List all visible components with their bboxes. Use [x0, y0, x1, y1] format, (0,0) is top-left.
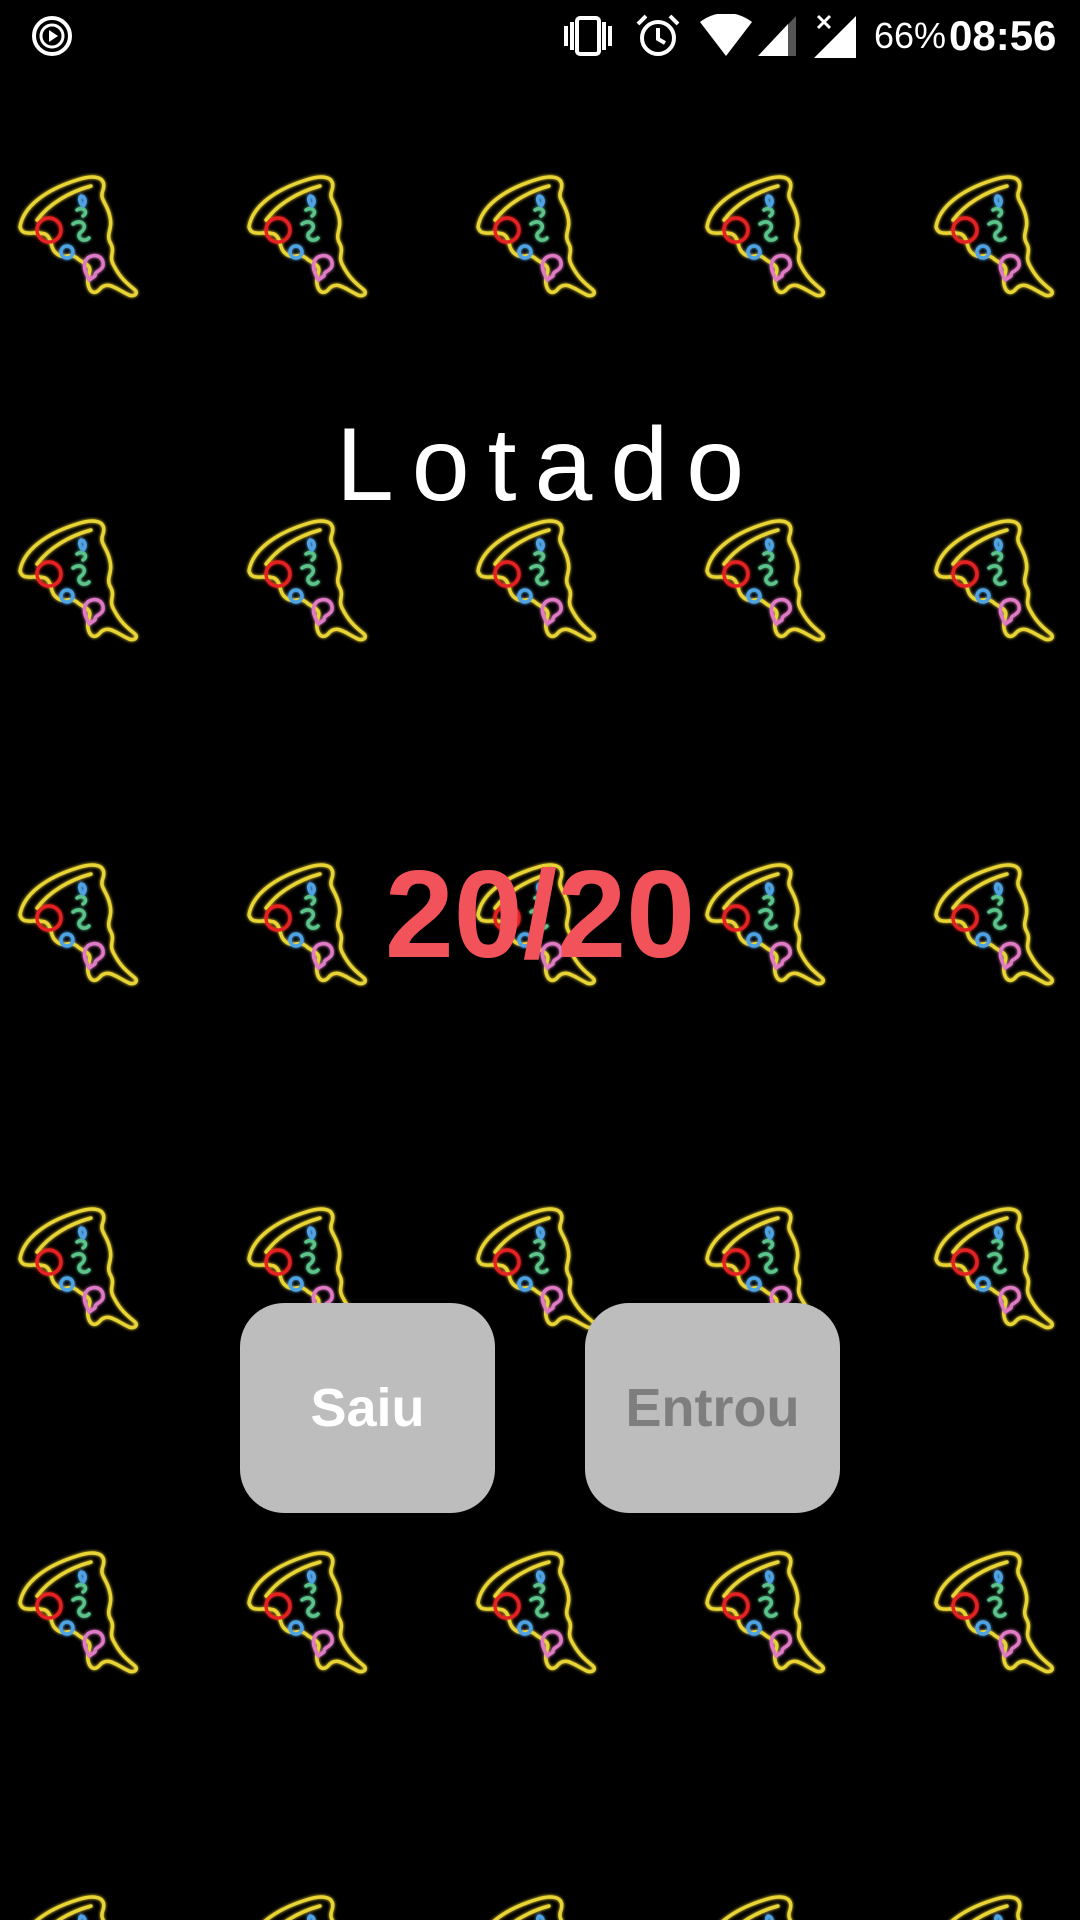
alarm-icon — [634, 12, 682, 60]
pizza-slice-decoration — [705, 175, 826, 298]
pizza-slice-decoration — [247, 175, 368, 298]
pizza-slice-decoration — [18, 1551, 139, 1674]
cell-signal-no-data-icon — [812, 12, 860, 60]
pizza-slice-decoration — [934, 1895, 1055, 1920]
status-bar: 66% 08:56 — [0, 0, 1080, 72]
play-circle-icon — [30, 12, 74, 60]
pizza-slice-decoration — [247, 1895, 368, 1920]
app-screen: 66% 08:56 Lotado 20/20 Saiu Entrou — [0, 0, 1080, 1920]
pizza-slice-decoration — [476, 1895, 597, 1920]
pizza-slice-decoration — [476, 519, 597, 642]
occupancy-counter: 20/20 — [384, 846, 696, 984]
pizza-slice-decoration — [247, 1551, 368, 1674]
pizza-slice-decoration — [476, 1551, 597, 1674]
pizza-slice-decoration — [18, 519, 139, 642]
pizza-slice-decoration — [934, 175, 1055, 298]
wifi-icon — [698, 12, 754, 60]
cell-signal-icon — [756, 12, 800, 60]
pizza-slice-decoration — [476, 175, 597, 298]
pizza-slice-decoration — [934, 1207, 1055, 1330]
pizza-slice-decoration — [18, 175, 139, 298]
pizza-slice-decoration — [705, 1895, 826, 1920]
vibrate-icon — [560, 12, 616, 60]
pizza-slice-decoration — [934, 1551, 1055, 1674]
pizza-slice-decoration — [934, 519, 1055, 642]
clock-time: 08:56 — [949, 12, 1057, 59]
pizza-slice-decoration — [18, 1207, 139, 1330]
pizza-slice-decoration — [705, 519, 826, 642]
pizza-slice-decoration — [476, 1207, 597, 1330]
left-exit-button[interactable]: Saiu — [240, 1303, 495, 1513]
pizza-slice-decoration — [18, 1895, 139, 1920]
capacity-status-title: Lotado — [335, 407, 763, 523]
pizza-slice-decoration — [705, 1551, 826, 1674]
entered-button[interactable]: Entrou — [585, 1303, 840, 1513]
battery-percentage: 66% — [874, 15, 947, 56]
pizza-slice-decoration — [247, 519, 368, 642]
